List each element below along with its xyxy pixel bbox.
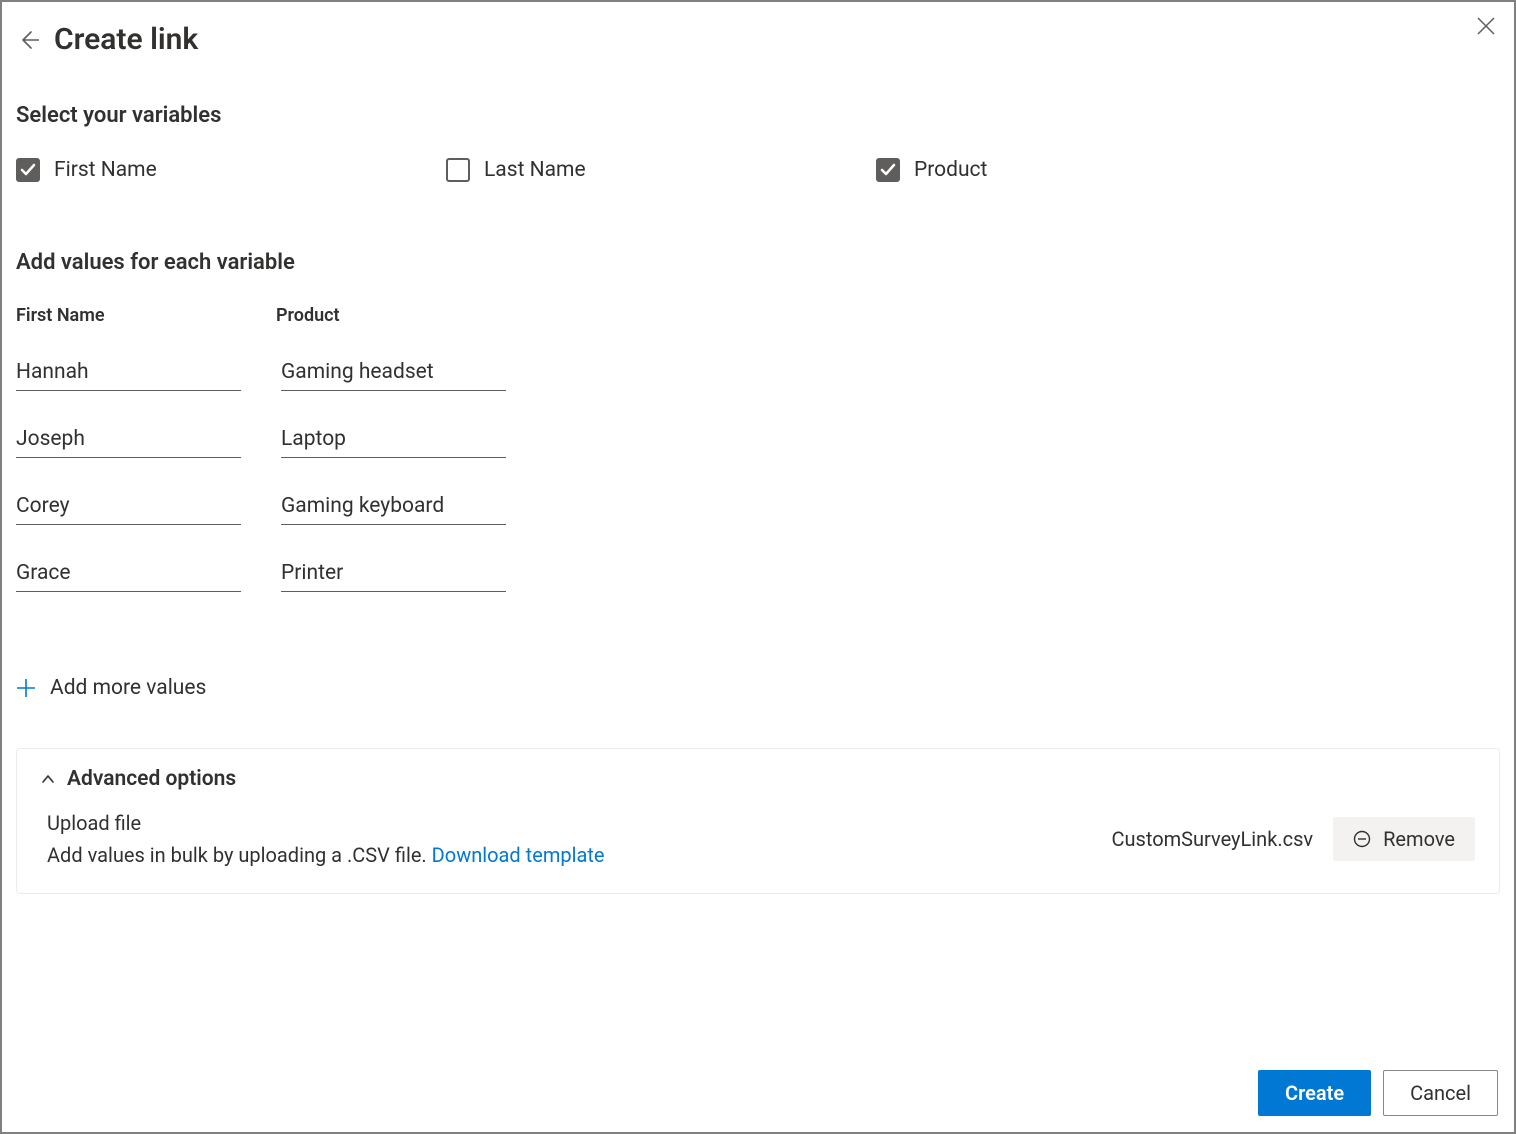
dialog-footer: Create Cancel [1258, 1070, 1498, 1116]
dialog-header: Create link [16, 22, 1500, 57]
advanced-options-panel: Advanced options Upload file Add values … [16, 748, 1500, 894]
table-row [16, 356, 1500, 391]
advanced-options-title: Advanced options [67, 767, 236, 791]
close-button[interactable] [1472, 12, 1500, 40]
download-template-link[interactable]: Download template [432, 843, 605, 867]
select-variables-heading: Select your variables [16, 103, 1500, 128]
variable-label: Last Name [484, 158, 586, 182]
add-more-values-button[interactable]: Add more values [16, 676, 1500, 700]
values-table: First Name Product [16, 305, 1500, 624]
checkbox-product[interactable] [876, 158, 900, 182]
checkbox-first-name[interactable] [16, 158, 40, 182]
advanced-body: Upload file Add values in bulk by upload… [41, 807, 1475, 871]
dialog-title: Create link [54, 22, 198, 57]
variable-label: Product [914, 158, 987, 182]
create-button[interactable]: Create [1258, 1070, 1371, 1116]
back-button[interactable] [16, 28, 40, 52]
table-row [16, 423, 1500, 458]
product-input[interactable] [281, 356, 506, 391]
column-header-product: Product [276, 305, 496, 326]
variable-last-name: Last Name [446, 158, 876, 182]
first-name-input[interactable] [16, 423, 241, 458]
add-values-heading: Add values for each variable [16, 250, 1500, 275]
variable-product: Product [876, 158, 1306, 182]
product-input[interactable] [281, 557, 506, 592]
remove-label: Remove [1383, 827, 1455, 851]
variable-label: First Name [54, 158, 157, 182]
column-header-first-name: First Name [16, 305, 236, 326]
upload-file-label: Upload file [47, 807, 604, 839]
upload-text: Upload file Add values in bulk by upload… [47, 807, 604, 871]
variables-row: First Name Last Name Product [16, 158, 1500, 182]
product-input[interactable] [281, 490, 506, 525]
close-icon [1477, 17, 1495, 35]
upload-description: Add values in bulk by uploading a .CSV f… [47, 843, 432, 867]
add-more-label: Add more values [50, 676, 206, 700]
check-icon [880, 162, 896, 178]
table-header-row: First Name Product [16, 305, 1500, 326]
uploaded-file-row: CustomSurveyLink.csv Remove [1112, 817, 1476, 861]
check-icon [20, 162, 36, 178]
table-row [16, 490, 1500, 525]
cancel-button[interactable]: Cancel [1383, 1070, 1498, 1116]
plus-icon [16, 678, 36, 698]
chevron-up-icon [41, 772, 55, 786]
upload-description-row: Add values in bulk by uploading a .CSV f… [47, 839, 604, 871]
product-input[interactable] [281, 423, 506, 458]
advanced-options-toggle[interactable]: Advanced options [41, 767, 1475, 791]
table-row [16, 557, 1500, 592]
first-name-input[interactable] [16, 490, 241, 525]
create-link-dialog: Create link Select your variables First … [2, 2, 1514, 1132]
first-name-input[interactable] [16, 557, 241, 592]
first-name-input[interactable] [16, 356, 241, 391]
checkbox-last-name[interactable] [446, 158, 470, 182]
variable-first-name: First Name [16, 158, 446, 182]
arrow-left-icon [17, 29, 39, 51]
uploaded-file-name: CustomSurveyLink.csv [1112, 827, 1314, 851]
remove-icon [1353, 830, 1371, 848]
remove-file-button[interactable]: Remove [1333, 817, 1475, 861]
